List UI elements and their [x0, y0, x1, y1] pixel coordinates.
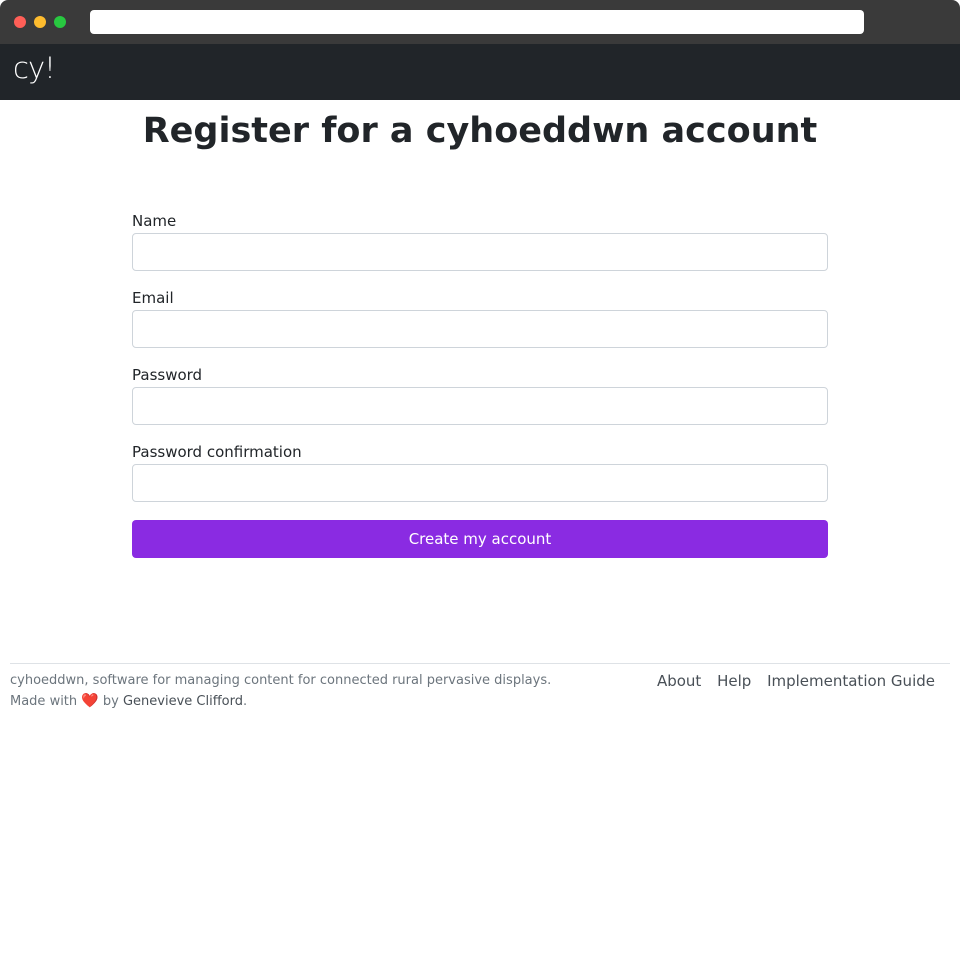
email-input[interactable] — [132, 310, 828, 348]
password-label: Password — [132, 366, 203, 384]
password-input[interactable] — [132, 387, 828, 425]
registration-form: Name Email Password Password confirmatio… — [132, 210, 828, 558]
close-window-icon[interactable] — [14, 16, 26, 28]
footer-credit: Made with ❤️ by Genevieve Clifford. — [10, 691, 610, 712]
footer-links: About Help Implementation Guide — [646, 670, 935, 692]
name-field-group: Name — [132, 210, 828, 287]
address-bar[interactable] — [90, 10, 864, 34]
password-confirmation-field-group: Password confirmation — [132, 441, 828, 518]
footer-tagline: cyhoeddwn, software for managing content… — [10, 673, 552, 688]
browser-chrome — [0, 0, 960, 44]
create-account-button[interactable]: Create my account — [132, 520, 828, 558]
navbar: cy! — [0, 44, 960, 100]
period-text: . — [242, 694, 248, 709]
password-confirmation-input[interactable] — [132, 464, 828, 502]
maximize-window-icon[interactable] — [54, 16, 66, 28]
author-link[interactable]: Genevieve Clifford — [123, 694, 243, 709]
footer-link-implementation-guide[interactable]: Implementation Guide — [767, 672, 935, 690]
password-field-group: Password — [132, 364, 828, 441]
footer: cyhoeddwn, software for managing content… — [10, 663, 950, 709]
made-with-text: Made with — [10, 694, 78, 709]
email-field-group: Email — [132, 287, 828, 364]
name-input[interactable] — [132, 233, 828, 271]
name-label: Name — [132, 212, 177, 230]
heart-icon: ❤️ — [81, 693, 99, 709]
brand-logo[interactable]: cy! — [13, 51, 56, 85]
footer-link-help[interactable]: Help — [717, 672, 751, 690]
by-text: by — [102, 694, 119, 709]
footer-link-about[interactable]: About — [657, 672, 701, 690]
page-title: Register for a cyhoeddwn account — [142, 111, 818, 151]
email-label: Email — [132, 289, 174, 307]
minimize-window-icon[interactable] — [34, 16, 46, 28]
password-confirmation-label: Password confirmation — [132, 443, 302, 461]
footer-text: cyhoeddwn, software for managing content… — [10, 670, 610, 712]
